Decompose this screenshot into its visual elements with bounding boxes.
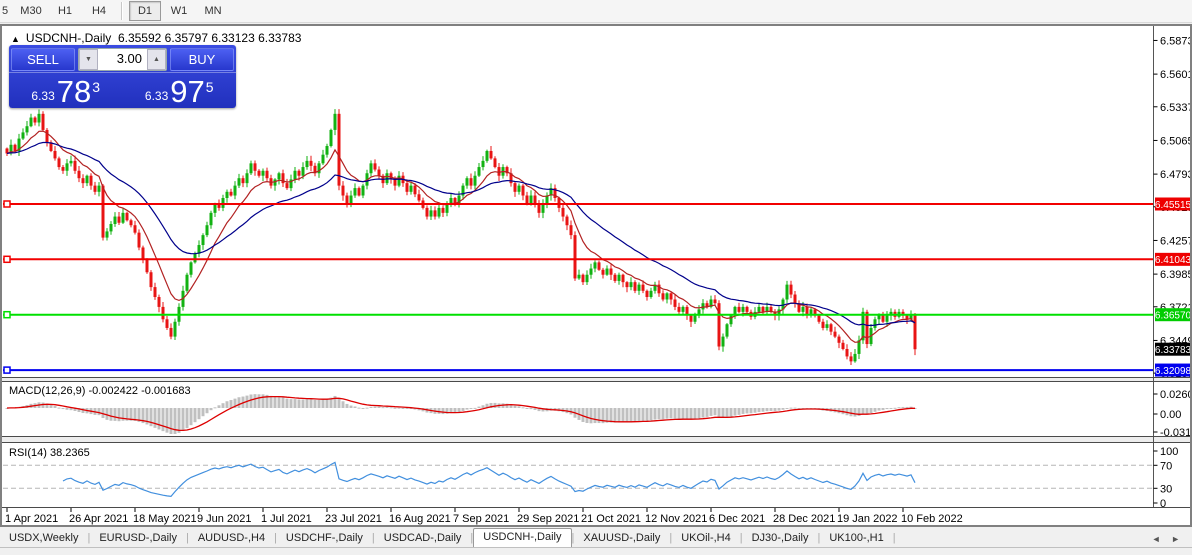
date-axis-label: 19 Jan 2022 (837, 513, 898, 525)
timeframe-group: D1W1MN (128, 1, 230, 21)
buy-price-main: 97 (170, 77, 204, 107)
chart-tab-usdcad-daily[interactable]: USDCAD-,Daily (375, 530, 471, 547)
rsi-axis-label: 100 (1160, 446, 1178, 458)
timeframe-button-m30[interactable]: M30 (15, 1, 47, 21)
chart-tab-usdcnh-daily[interactable]: USDCNH-,Daily (473, 528, 571, 548)
price-axis-label: 6.50650 (1160, 135, 1191, 147)
sell-price-display[interactable]: 6.33 78 3 (9, 73, 123, 109)
collapse-triangle-icon[interactable]: ▲ (11, 34, 20, 44)
chart-tab-dj30-daily[interactable]: DJ30-,Daily (743, 530, 818, 547)
timeframe-button-d1[interactable]: D1 (129, 1, 161, 21)
price-axis-label: 6.42570 (1160, 235, 1191, 247)
date-axis-label: 29 Sep 2021 (517, 513, 579, 525)
price-axis-label: 6.53370 (1160, 102, 1191, 114)
sell-button[interactable]: SELL (11, 48, 75, 71)
chart-tab-ukoil-h4[interactable]: UKOil-,H4 (672, 530, 740, 547)
chart-tab-usdchf-daily[interactable]: USDCHF-,Daily (277, 530, 372, 547)
price-axis-label: 6.58730 (1160, 35, 1191, 47)
status-bar (0, 547, 1192, 555)
date-axis-label: 1 Apr 2021 (5, 513, 58, 525)
price-axis-label: 6.39850 (1160, 269, 1191, 281)
chart-symbol-label: USDCNH-,Daily (26, 31, 111, 45)
timeframe-button-h4[interactable]: H4 (83, 1, 115, 21)
buy-price-prefix: 6.33 (145, 89, 168, 103)
macd-axis-label: 0.00 (1160, 409, 1181, 421)
date-axis-label: 10 Feb 2022 (901, 513, 963, 525)
volume-stepper: ▼ 3.00 ▲ (78, 48, 167, 71)
chart-title: ▲ USDCNH-,Daily 6.35592 6.35797 6.33123 6… (11, 31, 301, 45)
one-click-trading-panel: SELL ▼ 3.00 ▲ BUY 6.33 78 3 6.33 97 5 (9, 45, 236, 108)
price-badge-label: 6.32098 (1155, 366, 1191, 377)
line-handle (4, 256, 10, 262)
price-badge-label: 6.45515 (1155, 200, 1191, 211)
buy-price-display[interactable]: 6.33 97 5 (123, 73, 237, 109)
date-axis-label: 12 Nov 2021 (645, 513, 707, 525)
sell-price-prefix: 6.33 (31, 89, 54, 103)
date-axis-label: 7 Sep 2021 (453, 513, 509, 525)
sell-price-main: 78 (57, 77, 91, 107)
timeframe-toolbar: 5 M30H1H4 D1W1MN (0, 0, 1192, 23)
line-handle (4, 367, 10, 373)
chart-tab-usdx-weekly[interactable]: USDX,Weekly (0, 530, 87, 547)
price-axis-label: 6.47930 (1160, 169, 1191, 181)
line-handle (4, 312, 10, 318)
date-axis-label: 18 May 2021 (133, 513, 197, 525)
date-axis-label: 1 Jul 2021 (261, 513, 312, 525)
date-axis-label: 9 Jun 2021 (197, 513, 251, 525)
date-axis-label: 28 Dec 2021 (773, 513, 835, 525)
price-badge-label: 6.33783 (1155, 345, 1191, 356)
macd-header: MACD(12,26,9) -0.002422 -0.001683 (9, 385, 191, 397)
sell-price-pip: 3 (92, 79, 100, 95)
mt4-window: { "toolbar": { "partial_button": "5", "t… (0, 0, 1192, 555)
chart-tab-eurusd-daily[interactable]: EURUSD-,Daily (90, 530, 186, 547)
volume-increase-icon[interactable]: ▲ (147, 49, 166, 70)
timeframe-group: M30H1H4 (14, 1, 116, 21)
toolbar-separator (121, 2, 123, 20)
chart-tab-audusd-h4[interactable]: AUDUSD-,H4 (189, 530, 274, 547)
date-axis-label: 16 Aug 2021 (389, 513, 451, 525)
buy-button[interactable]: BUY (170, 48, 234, 71)
price-badge-label: 6.36570 (1155, 311, 1191, 322)
volume-value[interactable]: 3.00 (98, 49, 147, 70)
macd-axis-label: -0.03187 (1160, 427, 1191, 439)
date-axis-label: 26 Apr 2021 (69, 513, 128, 525)
timeframe-button-partial[interactable]: 5 (0, 5, 14, 17)
chart-tab-xauusd-daily[interactable]: XAUUSD-,Daily (574, 530, 669, 547)
rsi-axis-label: 30 (1160, 483, 1172, 495)
date-axis-label: 23 Jul 2021 (325, 513, 382, 525)
line-handle (4, 201, 10, 207)
date-axis-label: 6 Dec 2021 (709, 513, 765, 525)
rsi-axis-label: 70 (1160, 460, 1172, 472)
price-badge-label: 6.41043 (1155, 255, 1191, 266)
timeframe-button-mn[interactable]: MN (197, 1, 229, 21)
timeframe-button-w1[interactable]: W1 (163, 1, 195, 21)
tab-scroll-arrows-icon[interactable]: ◄ ► (1152, 534, 1192, 547)
timeframe-button-h1[interactable]: H1 (49, 1, 81, 21)
chart-ohlc-values: 6.35592 6.35797 6.33123 6.33783 (118, 31, 302, 45)
chart-tab-bar: USDX,Weekly|EURUSD-,Daily|AUDUSD-,H4|USD… (0, 528, 1192, 547)
price-axis-label: 6.56010 (1160, 69, 1191, 81)
date-axis-label: 21 Oct 2021 (581, 513, 641, 525)
chart-window: 6.587306.560106.533706.506506.479306.452… (0, 24, 1192, 527)
tab-separator: | (893, 532, 896, 547)
macd-axis-label: 0.02607 (1160, 389, 1191, 401)
rsi-header: RSI(14) 38.2365 (9, 447, 90, 459)
chart-tab-uk100-h1[interactable]: UK100-,H1 (820, 530, 892, 547)
buy-price-pip: 5 (206, 79, 214, 95)
volume-decrease-icon[interactable]: ▼ (79, 49, 98, 70)
rsi-axis-label: 0 (1160, 498, 1166, 510)
